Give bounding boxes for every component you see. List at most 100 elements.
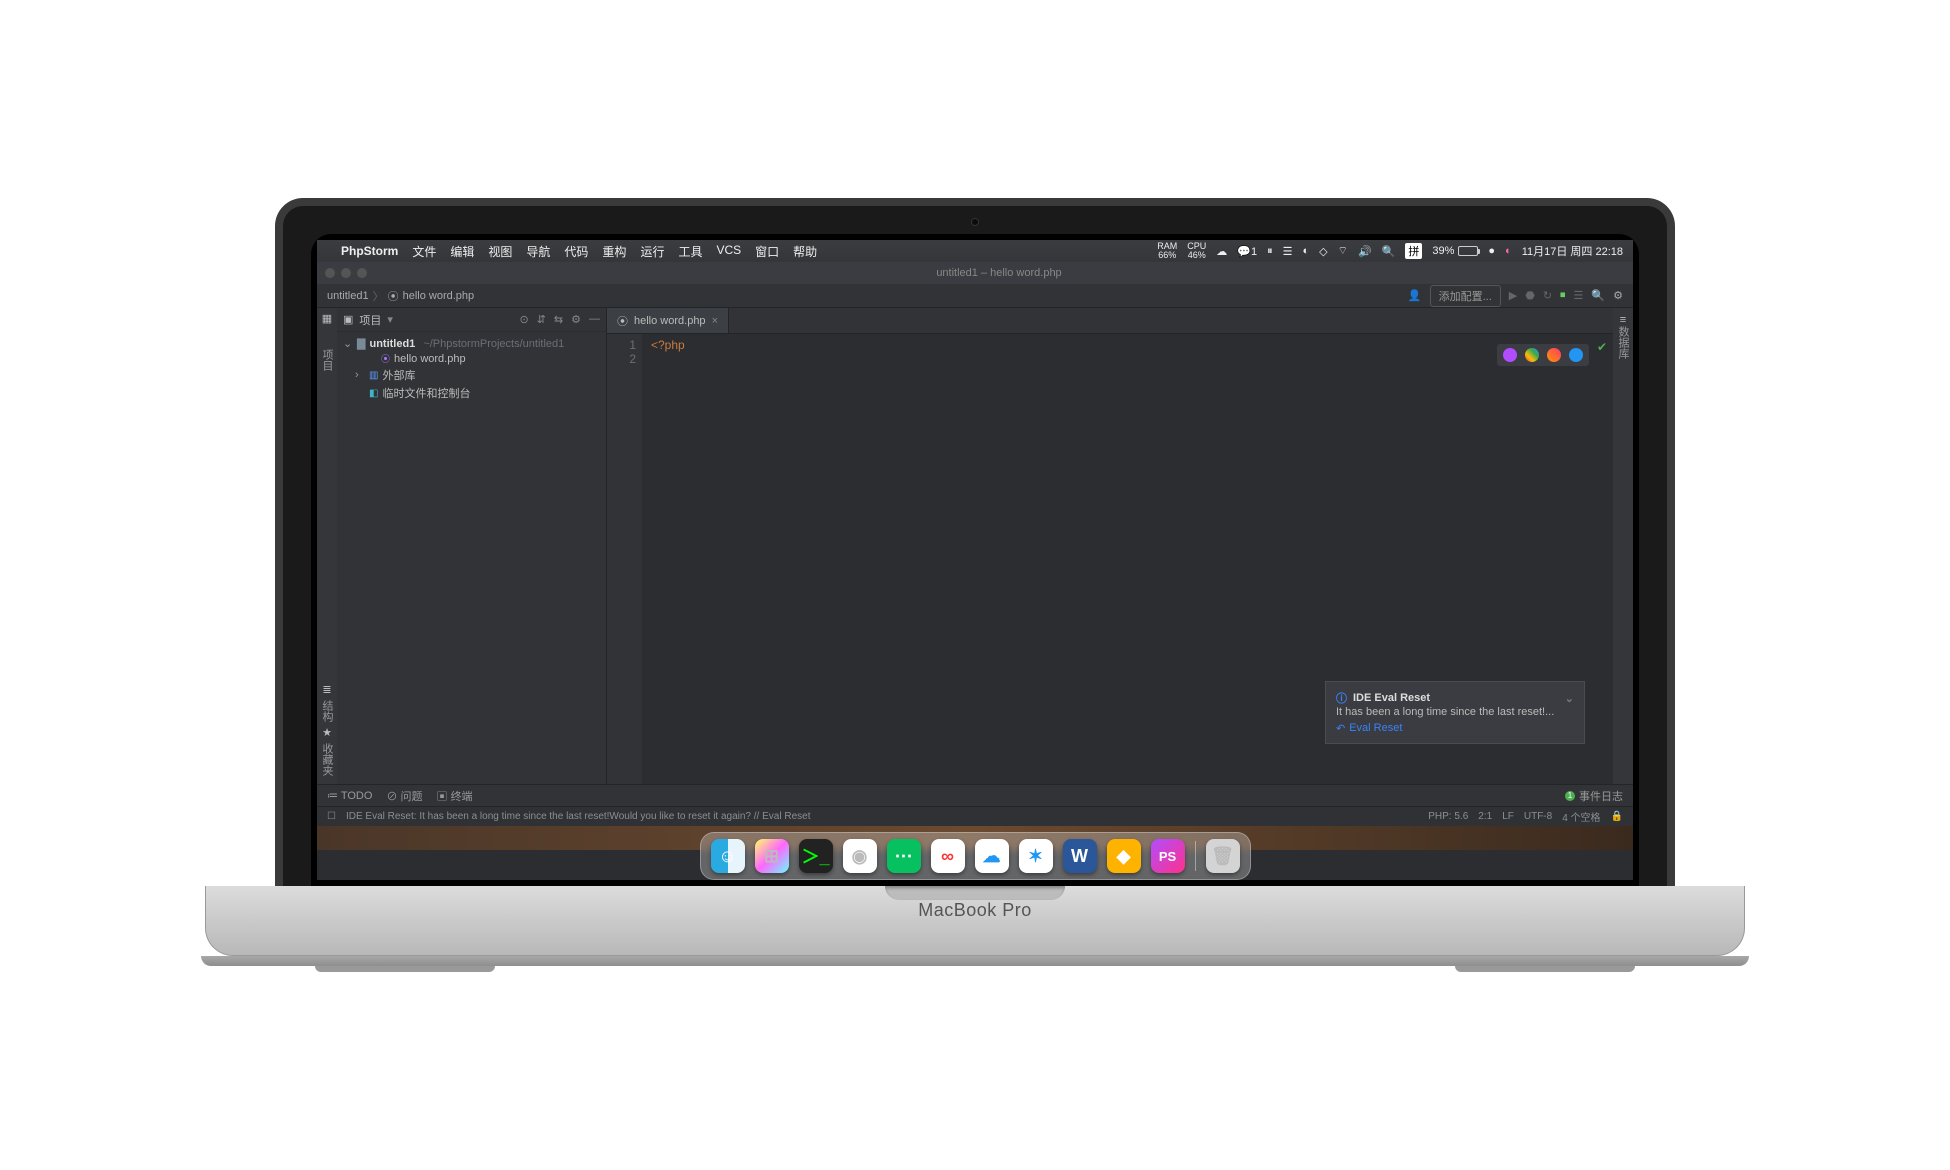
datetime[interactable]: 11月17日 周四 22:18 (1522, 243, 1623, 259)
status-position[interactable]: 2:1 (1478, 811, 1492, 822)
firefox-browser-icon[interactable] (1547, 348, 1561, 362)
tree-external-libs[interactable]: ›▥ 外部库 (337, 366, 606, 384)
favorites-tool-icon[interactable]: ★ (322, 726, 332, 739)
notification-body: It has been a long time since the last r… (1336, 706, 1574, 718)
menu-code[interactable]: 代码 (564, 243, 588, 260)
project-tool-icon[interactable]: ▦ (322, 312, 332, 325)
expand-all-icon[interactable]: ⇵ (537, 313, 546, 326)
menu-help[interactable]: 帮助 (793, 243, 817, 260)
more-icon[interactable]: ☰ (1574, 289, 1584, 302)
event-log-tool[interactable]: 1 事件日志 (1565, 788, 1623, 804)
stop-icon[interactable]: ⏹ (1560, 289, 1566, 302)
structure-tool-label[interactable]: 结构 (319, 700, 335, 722)
menu-vcs[interactable]: VCS (716, 243, 741, 260)
cpu-meter[interactable]: CPU46% (1187, 242, 1206, 260)
menu-run[interactable]: 运行 (640, 243, 664, 260)
dock-safari[interactable]: ✶ (1019, 839, 1053, 873)
window-title: untitled1 – hello word.php (373, 267, 1625, 279)
wifi-icon[interactable]: ⌔ (1338, 244, 1348, 258)
window-close-button[interactable] (325, 268, 335, 278)
cloud-tray-icon[interactable]: ☁ (1216, 245, 1227, 258)
dock-phpstorm[interactable]: PS (1151, 839, 1185, 873)
chrome-browser-icon[interactable] (1525, 348, 1539, 362)
dock-finder[interactable]: ☺ (711, 839, 745, 873)
dock-chrome[interactable]: ◉ (843, 839, 877, 873)
window-minimize-button[interactable] (341, 268, 351, 278)
project-panel-title[interactable]: 项目 (359, 312, 381, 328)
run-config-selector[interactable]: 添加配置... (1430, 285, 1501, 307)
close-tab-icon[interactable]: × (712, 315, 718, 327)
menu-window[interactable]: 窗口 (755, 243, 779, 260)
structure-tool-icon[interactable]: ≣ (322, 683, 331, 696)
tray-icon-3[interactable]: ◐ (1302, 245, 1309, 257)
chevron-down-icon[interactable]: ▾ (387, 313, 393, 326)
status-encoding[interactable]: UTF-8 (1524, 811, 1552, 822)
tray-dot-1[interactable]: ● (1488, 245, 1495, 257)
search-icon[interactable]: 🔍 (1591, 289, 1605, 302)
hide-panel-icon[interactable]: — (589, 313, 600, 326)
volume-icon[interactable]: 🔊 (1358, 245, 1372, 258)
status-message-icon[interactable]: ☐ (327, 811, 336, 822)
spotlight-icon[interactable]: 🔍 (1382, 245, 1396, 258)
battery-indicator[interactable]: 39% (1432, 245, 1478, 257)
dock-launchpad[interactable]: ⊞ (755, 839, 789, 873)
dock-baidudisk[interactable]: ∞ (931, 839, 965, 873)
notification-action[interactable]: ↶ Eval Reset (1336, 722, 1574, 735)
battery-percent: 39% (1432, 245, 1454, 257)
dock-terminal[interactable]: ＞_ (799, 839, 833, 873)
todo-tool[interactable]: ≔ TODO (327, 789, 372, 802)
tray-icon-4[interactable]: ◇ (1319, 245, 1327, 258)
collapse-all-icon[interactable]: ⇆ (554, 313, 563, 326)
inspections-ok-icon[interactable]: ✔ (1597, 340, 1607, 354)
debug-icon[interactable]: ⬣ (1525, 289, 1535, 302)
terminal-tool[interactable]: ▣ 终端 (437, 788, 473, 804)
favorites-tool-label[interactable]: 收藏夹 (319, 743, 335, 776)
add-user-icon[interactable]: 👤 (1408, 289, 1422, 302)
tree-external-libs-label: 外部库 (382, 367, 415, 383)
status-php[interactable]: PHP: 5.6 (1428, 811, 1468, 822)
database-tool-label[interactable]: 数据库 (1615, 326, 1631, 359)
menu-file[interactable]: 文件 (412, 243, 436, 260)
breadcrumb-file[interactable]: hello word.php (403, 290, 475, 302)
notification-collapse-icon[interactable]: ⌄ (1565, 692, 1574, 705)
input-method[interactable]: 拼 (1405, 243, 1422, 259)
select-opened-icon[interactable]: ⊙ (519, 313, 528, 326)
problems-tool[interactable]: ⊘ 问题 (386, 788, 422, 804)
tree-scratches[interactable]: ◧ 临时文件和控制台 (337, 384, 606, 402)
status-message[interactable]: IDE Eval Reset: It has been a long time … (346, 811, 811, 822)
menu-view[interactable]: 视图 (488, 243, 512, 260)
menubar-tray: RAM66% CPU46% ☁ 💬1 ⏸ ☰ ◐ ◇ ⌔ 🔊 🔍 拼 39% (1157, 242, 1623, 260)
phpstorm-browser-icon[interactable] (1503, 348, 1517, 362)
menu-edit[interactable]: 编辑 (450, 243, 474, 260)
editor-tab[interactable]: ⦿ hello word.php × (607, 308, 729, 333)
coverage-icon[interactable]: ↻ (1543, 289, 1552, 302)
dock-trash[interactable]: 🗑 (1206, 839, 1240, 873)
webcam (971, 218, 979, 226)
safari-browser-icon[interactable] (1569, 348, 1583, 362)
settings-icon[interactable]: ⚙ (1613, 289, 1623, 302)
tray-dot-2[interactable]: ◐ (1505, 245, 1512, 257)
status-lock-icon[interactable]: 🔒 (1611, 811, 1623, 822)
window-zoom-button[interactable] (357, 268, 367, 278)
app-menu[interactable]: PhpStorm (341, 244, 398, 258)
database-tool-icon[interactable]: ≡ (1620, 314, 1626, 326)
menu-refactor[interactable]: 重构 (602, 243, 626, 260)
project-tool-label[interactable]: 项目 (319, 345, 335, 371)
wechat-tray-icon[interactable]: 💬1 (1237, 245, 1257, 258)
status-line-ending[interactable]: LF (1502, 811, 1514, 822)
dock-sketch[interactable]: ◆ (1107, 839, 1141, 873)
tray-icon-1[interactable]: ⏸ (1267, 245, 1273, 258)
run-icon[interactable]: ▶ (1509, 289, 1517, 302)
status-indent[interactable]: 4 个空格 (1562, 809, 1600, 824)
dock-word[interactable]: W (1063, 839, 1097, 873)
menu-navigate[interactable]: 导航 (526, 243, 550, 260)
tree-file[interactable]: ⦿ hello word.php (337, 351, 606, 366)
dock-cloud[interactable]: ☁ (975, 839, 1009, 873)
tray-icon-2[interactable]: ☰ (1283, 245, 1293, 258)
dock-wechat[interactable]: ⋯ (887, 839, 921, 873)
panel-settings-icon[interactable]: ⚙ (571, 313, 581, 326)
breadcrumb-root[interactable]: untitled1 (327, 290, 369, 302)
menu-tools[interactable]: 工具 (678, 243, 702, 260)
ram-meter[interactable]: RAM66% (1157, 242, 1177, 260)
tree-root[interactable]: ⌄▇ untitled1 ~/PhpstormProjects/untitled… (337, 336, 606, 351)
